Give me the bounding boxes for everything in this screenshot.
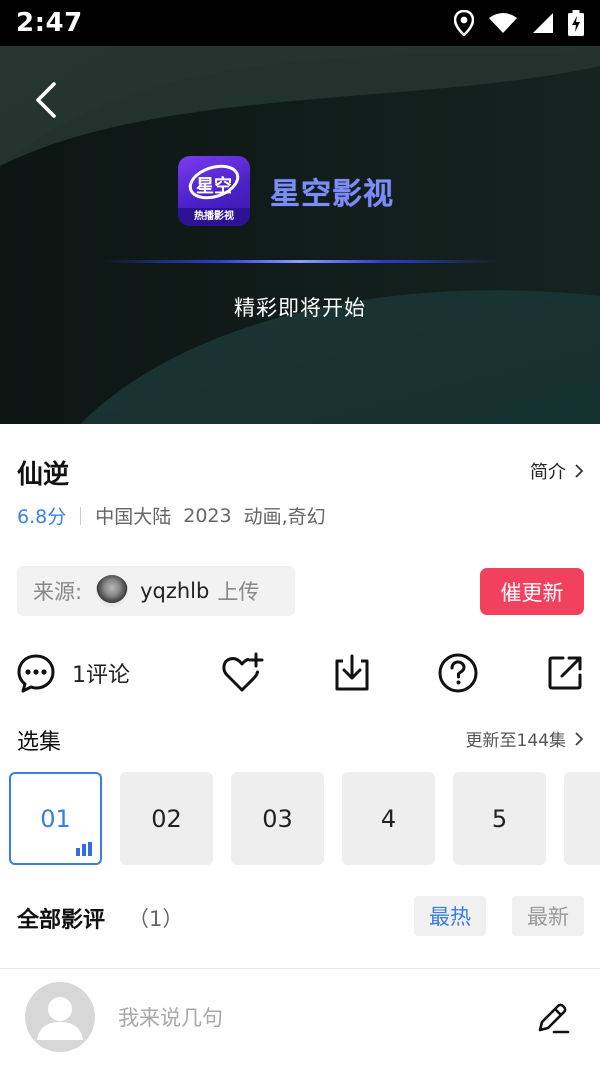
- episode-item[interactable]: 5: [453, 772, 546, 865]
- loading-text: 精彩即将开始: [234, 296, 366, 320]
- download-icon: [335, 654, 369, 691]
- status-time: 2:47: [16, 8, 83, 38]
- avatar: [25, 982, 95, 1052]
- status-bar: 2:47: [0, 0, 600, 46]
- player-background: [0, 46, 600, 424]
- favorite-button[interactable]: [221, 650, 265, 696]
- episode-list: 01 02 03 4 5: [9, 772, 600, 866]
- loading-line: [100, 260, 500, 263]
- episode-item[interactable]: 4: [342, 772, 435, 865]
- video-region: 中国大陆: [95, 506, 172, 528]
- episode-label: 4: [380, 804, 397, 833]
- sort-hot-button[interactable]: 最热: [414, 896, 486, 936]
- video-year: 2023: [183, 504, 232, 527]
- chevron-right-icon: [575, 731, 584, 746]
- source-prefix: 来源:: [33, 580, 83, 604]
- comments-count-label: 1评论: [72, 663, 130, 688]
- episodes-update-label: 更新至144集: [465, 731, 566, 751]
- comment-icon: [17, 654, 55, 693]
- status-icons: [454, 10, 584, 36]
- episode-item-partial[interactable]: [564, 772, 600, 865]
- urge-update-button[interactable]: 催更新: [480, 568, 584, 615]
- user-avatar-icon: [37, 997, 83, 1040]
- episode-label: 01: [40, 804, 71, 833]
- intro-label: 简介: [530, 462, 566, 483]
- back-button[interactable]: [26, 78, 66, 122]
- video-score: 6.8分: [17, 506, 67, 528]
- reviews-count: （1）: [128, 907, 184, 931]
- playing-icon: [76, 842, 92, 856]
- share-icon: [548, 656, 582, 690]
- favorite-add-icon: [222, 652, 264, 692]
- video-title: 仙逆: [17, 460, 70, 490]
- episode-label: 03: [262, 804, 293, 833]
- sort-new-button[interactable]: 最新: [512, 896, 584, 936]
- share-button[interactable]: [545, 650, 585, 696]
- chevron-right-icon: [575, 464, 584, 478]
- episode-label: 02: [151, 804, 182, 833]
- help-icon: [438, 653, 478, 693]
- source-chip[interactable]: 来源: yqzhlb 上传: [17, 566, 295, 616]
- video-player[interactable]: 星空 热播影视 星空影视 精彩即将开始: [0, 46, 600, 424]
- signal-icon: [533, 13, 553, 33]
- episode-label: 5: [491, 804, 508, 833]
- edit-icon[interactable]: [532, 998, 572, 1038]
- intro-link[interactable]: 简介: [530, 458, 584, 484]
- video-meta: 6.8分 中国大陆 2023 动画,奇幻: [17, 502, 326, 529]
- comment-input[interactable]: [118, 1000, 508, 1036]
- brand-logo: 星空 热播影视 星空影视: [178, 156, 394, 226]
- uploader-name: yqzhlb: [140, 579, 210, 603]
- download-button[interactable]: [332, 650, 372, 696]
- reviews-title: 全部影评: [17, 908, 106, 933]
- divider: [0, 968, 600, 969]
- episodes-title: 选集: [17, 730, 62, 755]
- comment-bar: [0, 970, 600, 1066]
- episode-item[interactable]: 03: [231, 772, 324, 865]
- brand-name: 星空影视: [270, 177, 394, 212]
- logo-band-text: 热播影视: [178, 208, 250, 226]
- episode-item[interactable]: 01: [9, 772, 102, 865]
- action-bar: 1评论: [0, 650, 600, 696]
- episodes-update-link[interactable]: 更新至144集: [466, 726, 584, 751]
- location-icon: [454, 10, 474, 36]
- logo-mark-text: 星空: [196, 176, 232, 197]
- help-button[interactable]: [437, 650, 479, 696]
- wifi-icon: [489, 13, 517, 33]
- source-suffix: 上传: [217, 580, 260, 604]
- brand-logo-icon: 星空 热播影视: [178, 156, 250, 226]
- video-genres: 动画,奇幻: [243, 506, 326, 528]
- uploader-avatar: [96, 575, 129, 607]
- episode-item[interactable]: 02: [120, 772, 213, 865]
- meta-divider: [80, 506, 82, 525]
- battery-charging-icon: [568, 10, 584, 36]
- comments-button[interactable]: 1评论: [16, 650, 130, 696]
- video-detail-page: 2:47 星空 热播影视 星空影视 精彩即将开始 仙逆 简介 6.8分 中国大陆…: [0, 0, 600, 1066]
